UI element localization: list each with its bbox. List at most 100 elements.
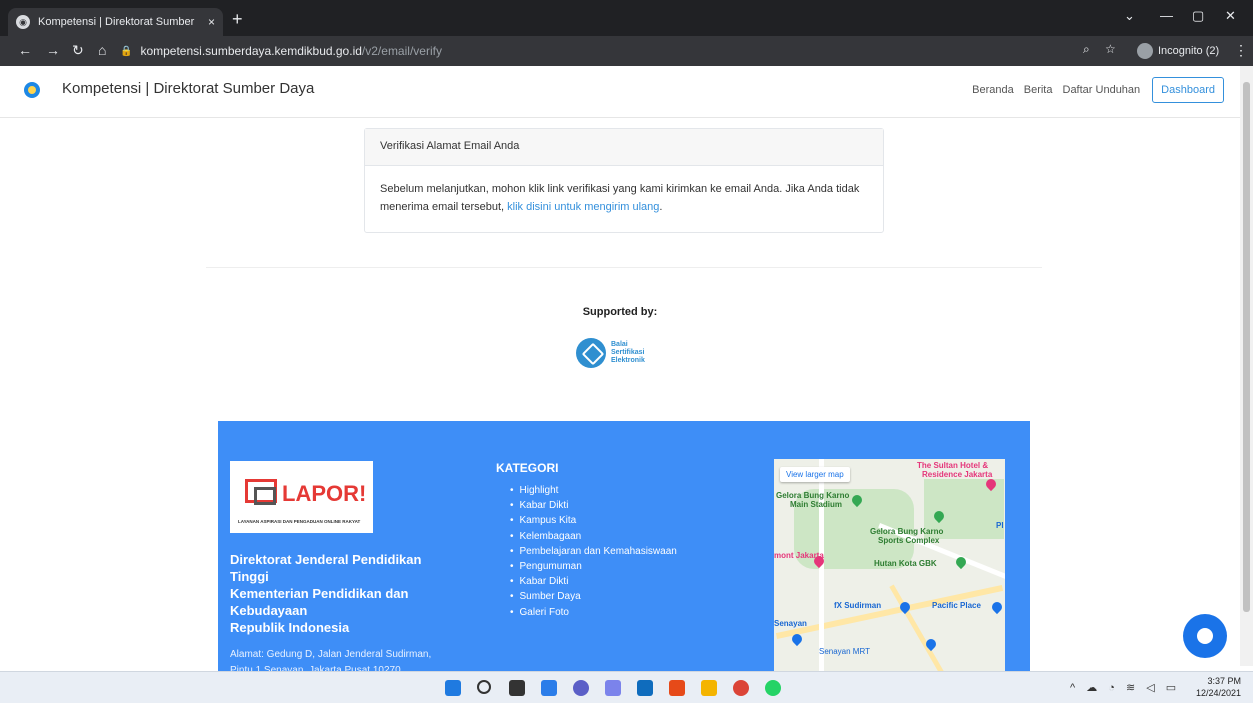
footer-address: Alamat: Gedung D, Jalan Jenderal Sudirma… [230,647,470,671]
nav-link-daftar-unduhan[interactable]: Daftar Unduhan [1063,84,1141,96]
teams-icon[interactable] [605,680,621,696]
site-logo-icon[interactable] [24,82,40,98]
minimize-icon[interactable]: — [1160,8,1173,23]
org-line: Direktorat Jenderal Pendidikan [230,552,422,567]
org-line: Kementerian Pendidikan dan [230,586,409,601]
scrollbar-thumb[interactable] [1243,82,1250,612]
whatsapp-icon[interactable] [765,680,781,696]
tab-search-icon[interactable]: ⌄ [1124,8,1135,24]
chrome-icon[interactable] [733,680,749,696]
bookmark-star-icon[interactable]: ☆ [1105,42,1116,56]
map-label: Gelora Bung Karno [776,491,850,500]
clock-time: 3:37 PM [1207,676,1241,686]
map-label: Main Stadium [790,500,843,509]
lapor-banner[interactable]: LAPOR! LAYANAN ASPIRASI DAN PENGADUAN ON… [230,461,373,533]
resend-link[interactable]: klik disini untuk mengirim ulang [507,201,659,213]
kategori-item[interactable]: Kabar Dikti [510,498,677,513]
browser-toolbar: ← → ↻ ⌂ 🔒 kompetensi.sumberdaya.kemdikbu… [0,36,1253,66]
address-bar[interactable]: 🔒 kompetensi.sumberdaya.kemdikbud.go.id /… [120,40,1150,62]
dashboard-button[interactable]: Dashboard [1152,77,1224,103]
kategori-title: KATEGORI [496,461,559,475]
home-icon[interactable]: ⌂ [98,42,106,58]
widgets-icon[interactable] [541,680,557,696]
zoom-icon[interactable]: ⌕ [1083,42,1090,57]
forward-icon[interactable]: → [46,42,60,58]
kategori-item[interactable]: Pengumuman [510,559,677,574]
bsre-line-2: Sertifikasi [611,349,645,356]
map-label: PI [996,521,1004,530]
map-label: The Sultan Hotel & [917,461,989,470]
verify-message-end: . [659,201,663,213]
maximize-icon[interactable]: ▢ [1192,8,1204,24]
map-label: Pacific Place [932,601,981,610]
bsre-line-3: Elektronik [611,357,645,364]
divider [206,267,1042,268]
kategori-item[interactable]: Highlight [510,483,677,498]
map-label: Gelora Bung Karno [870,527,944,536]
site-navbar: Kompetensi | Direktorat Sumber Daya Bera… [0,66,1240,118]
lock-icon: 🔒 [120,45,133,57]
map-label: Hutan Kota GBK [874,559,937,568]
map-label: fX Sudirman [834,601,882,610]
org-name: Direktorat Jenderal Pendidikan Tinggi Ke… [230,551,470,636]
system-tray[interactable]: ^ ☁ ◔ ≋ ◁ ▭ [1070,681,1180,694]
google-map[interactable]: View larger map The Sultan Hotel & Resid… [774,459,1005,671]
site-footer: LAPOR! LAYANAN ASPIRASI DAN PENGADUAN ON… [218,421,1030,671]
tab-title: Kompetensi | Direktorat Sumber [38,16,195,28]
chat-icon[interactable] [573,680,589,696]
map-pin-icon[interactable] [989,599,1005,615]
kategori-item[interactable]: Kelembagaan [510,529,677,544]
bsre-logo-icon [576,338,606,368]
reload-icon[interactable]: ↻ [72,42,84,59]
kategori-item[interactable]: Pembelajaran dan Kemahasiswaan [510,544,677,559]
lapor-word: LAPOR! [282,481,367,506]
map-label: Residence Jakarta [922,470,993,479]
search-icon[interactable] [477,680,491,694]
kategori-item[interactable]: Kampus Kita [510,513,677,528]
browser-tabstrip: ◉ Kompetensi | Direktorat Sumber × + ⌄ —… [0,0,1253,36]
back-icon[interactable]: ← [18,42,32,58]
nav-links: Beranda Berita Daftar Unduhan Dashboard [962,77,1224,103]
bsre-line-1: Balai [611,341,628,348]
incognito-icon [1137,43,1153,59]
org-line: Republik Indonesia [230,620,350,635]
close-window-icon[interactable]: ✕ [1225,8,1236,24]
store-icon[interactable] [637,680,653,696]
map-label: Senayan MRT [819,647,870,656]
org-line: Kebudayaan [230,603,308,618]
url-path: /v2/email/verify [361,44,442,58]
kategori-item[interactable]: Sumber Daya [510,589,677,604]
task-view-icon[interactable] [509,680,525,696]
chat-widget-button[interactable] [1183,614,1227,658]
menu-kebab-icon[interactable]: ⋮ [1234,42,1248,59]
tab-close-button[interactable]: × [208,15,215,29]
address-line: Alamat: Gedung D, Jalan Jenderal Sudirma… [230,649,432,660]
kategori-item[interactable]: Kabar Dikti [510,574,677,589]
new-tab-button[interactable]: + [232,10,243,28]
incognito-indicator[interactable]: Incognito (2) [1137,40,1219,62]
nav-link-berita[interactable]: Berita [1024,84,1053,96]
address-line: Pintu 1 Senayan, Jakarta Pusat 10270 [230,665,401,671]
kategori-list: Highlight Kabar Dikti Kampus Kita Kelemb… [510,483,677,620]
page-scrollbar[interactable] [1240,66,1253,666]
file-explorer-icon[interactable] [701,680,717,696]
url-host: kompetensi.sumberdaya.kemdikbud.go.id [140,44,362,58]
map-label: Sports Complex [878,536,940,545]
card-body: Sebelum melanjutkan, mohon klik link ver… [365,166,883,230]
start-icon[interactable] [445,680,461,696]
browser-tab[interactable]: ◉ Kompetensi | Direktorat Sumber × [8,8,223,36]
map-road [889,584,944,671]
supported-by-label: Supported by: [582,306,658,318]
bsre-logo[interactable]: Balai Sertifikasi Elektronik [576,338,645,368]
lapor-subtitle: LAYANAN ASPIRASI DAN PENGADUAN ONLINE RA… [238,519,361,524]
office-icon[interactable] [669,680,685,696]
verify-email-card: Verifikasi Alamat Email Anda Sebelum mel… [364,128,884,233]
incognito-label: Incognito (2) [1158,45,1220,57]
map-label: Senayan [774,619,807,628]
nav-link-beranda[interactable]: Beranda [972,84,1014,96]
kategori-item[interactable]: Galeri Foto [510,605,677,620]
site-brand[interactable]: Kompetensi | Direktorat Sumber Daya [62,80,314,97]
view-larger-map-link[interactable]: View larger map [780,467,850,482]
clock-date: 12/24/2021 [1195,688,1241,698]
taskbar-clock[interactable]: 3:37 PM 12/24/2021 [1196,675,1241,699]
